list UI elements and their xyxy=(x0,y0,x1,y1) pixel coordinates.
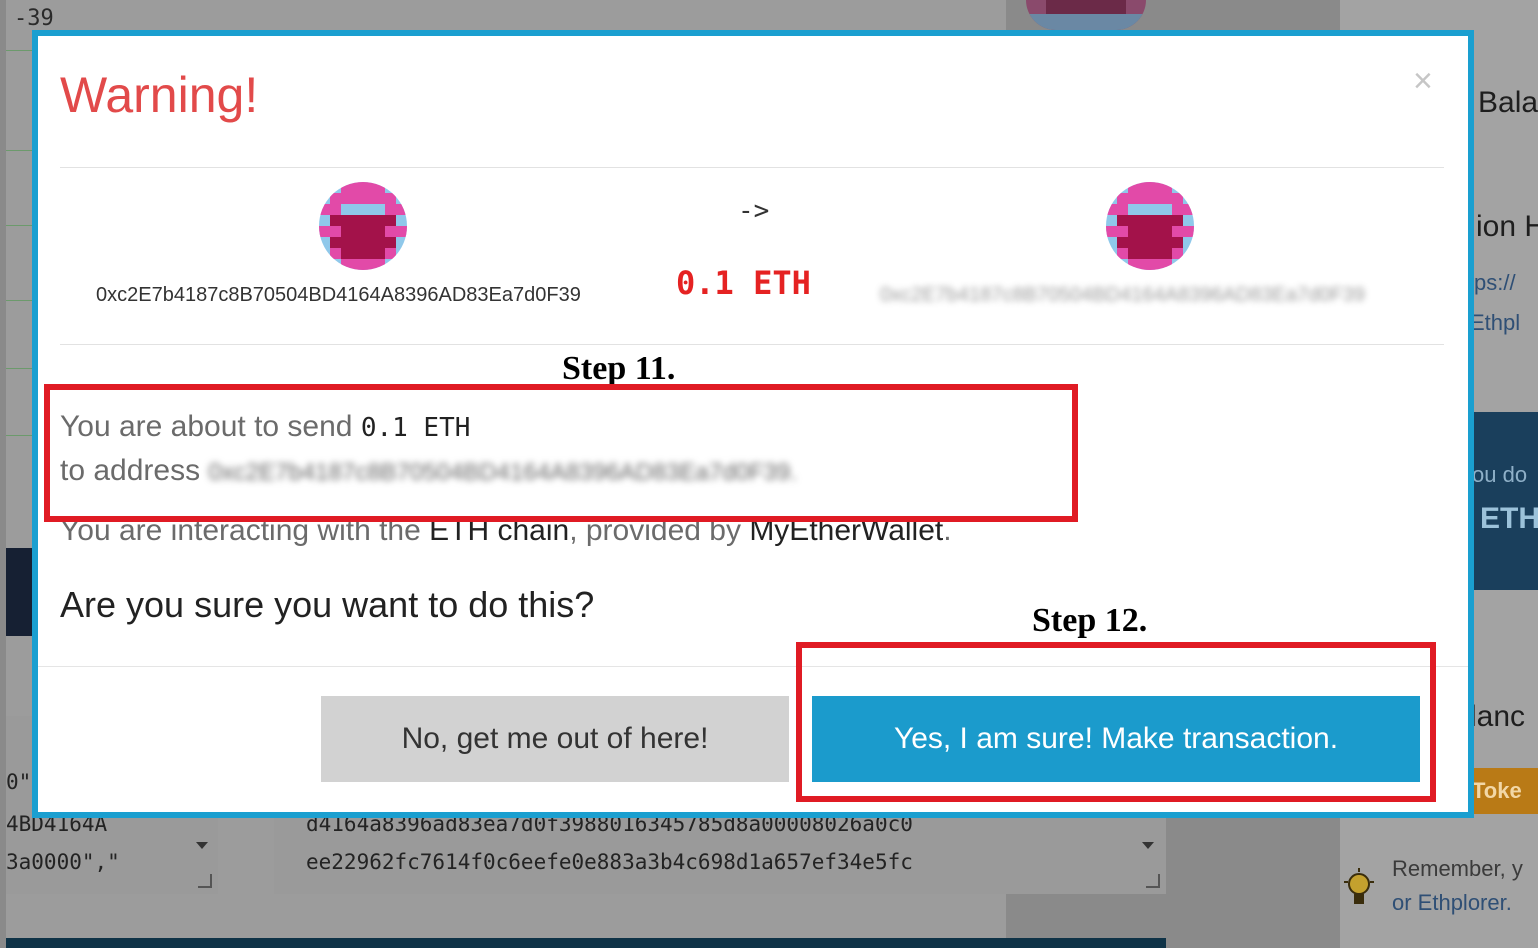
confirm-transaction-button[interactable]: Yes, I am sure! Make transaction. xyxy=(812,696,1420,782)
divider xyxy=(6,368,34,369)
scroll-down-icon[interactable] xyxy=(196,842,208,849)
ethplorer-link[interactable]: Ethpl xyxy=(1470,310,1520,336)
lightbulb-icon xyxy=(1344,868,1374,920)
step-11-label: Step 11. xyxy=(562,350,676,387)
history-heading: ion H xyxy=(1476,210,1538,243)
cancel-button[interactable]: No, get me out of here! xyxy=(321,696,789,782)
to-address: 0xc2E7b4187c8B70504BD4164A8396AD83Ea7d0F… xyxy=(880,284,1365,306)
balance-heading: Bala xyxy=(1478,86,1538,119)
divider xyxy=(6,435,34,436)
recipient-line: to address 0xc2E7b4187c8B70504BD4164A839… xyxy=(60,454,797,488)
scroll-down-icon[interactable] xyxy=(1142,842,1154,849)
to-address-avatar xyxy=(1106,182,1194,270)
confirm-question: Are you sure you want to do this? xyxy=(60,584,595,625)
divider xyxy=(38,666,1468,667)
interact-prefix: You are interacting with the xyxy=(60,514,430,547)
provider-name: MyEtherWallet xyxy=(749,514,944,547)
avatar xyxy=(1026,0,1146,30)
send-amount: 0.1 ETH xyxy=(360,413,471,443)
divider xyxy=(6,50,34,51)
code-line: 0" xyxy=(6,770,32,794)
balance-card-currency: ETH xyxy=(1480,502,1538,535)
warning-modal: Warning! × 0xc2E7b4187c8B70504BD4164A839… xyxy=(32,30,1474,818)
recipient-address: 0xc2E7b4187c8B70504BD4164A8396AD83Ea7d0F… xyxy=(208,459,797,486)
from-address: 0xc2E7b4187c8B70504BD4164A8396AD83Ea7d0F… xyxy=(96,284,581,306)
modal-title: Warning! xyxy=(60,67,259,123)
from-address-avatar xyxy=(319,182,407,270)
to-prefix: to address xyxy=(60,454,209,487)
close-icon[interactable]: × xyxy=(1413,64,1433,98)
show-tokens-label: Toke xyxy=(1472,778,1522,803)
balance-card xyxy=(1470,412,1538,590)
step-12-label: Step 12. xyxy=(1032,602,1148,639)
remember-text-2[interactable]: or Ethplorer. xyxy=(1392,890,1512,916)
chain-info-line: You are interacting with the ETH chain, … xyxy=(60,514,952,548)
history-link[interactable]: ps:// xyxy=(1474,270,1516,296)
chain-name: ETH chain xyxy=(429,514,570,547)
interact-suffix: . xyxy=(943,514,952,547)
send-prefix: You are about to send xyxy=(60,410,361,443)
resize-handle-icon[interactable] xyxy=(198,874,212,888)
transfer-amount: 0.1 ETH xyxy=(676,264,811,302)
code-line: ee22962fc7614f0c6eefe0e883a3b4c698d1a657… xyxy=(306,850,913,874)
bottom-bar xyxy=(6,938,1166,948)
code-line: 3a0000"," xyxy=(6,850,120,874)
divider xyxy=(60,344,1444,345)
token-balances-heading: lanc xyxy=(1470,700,1526,733)
transfer-arrow: -> xyxy=(738,196,770,226)
remember-text: Remember, y xyxy=(1392,856,1523,881)
background-top-text: -39 xyxy=(14,6,54,31)
resize-handle-icon[interactable] xyxy=(1146,874,1160,888)
divider xyxy=(60,167,1444,168)
divider xyxy=(6,225,34,226)
balance-card-text: ou do xyxy=(1472,462,1528,487)
divider xyxy=(6,150,34,151)
interact-mid: , provided by xyxy=(569,514,750,547)
divider xyxy=(6,300,34,301)
send-summary-line: You are about to send 0.1 ETH xyxy=(60,410,470,444)
